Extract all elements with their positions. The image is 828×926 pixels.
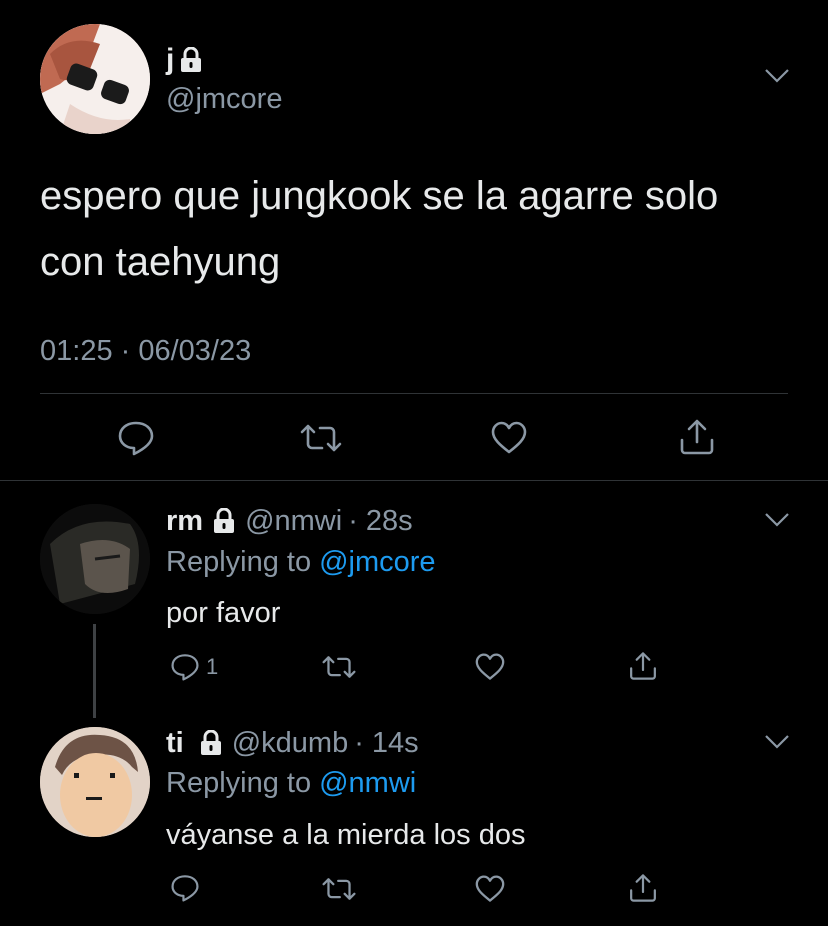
avatar-jmcore[interactable]: [40, 24, 150, 134]
reply1-handle[interactable]: @nmwi: [245, 505, 342, 538]
avatar-nmwi[interactable]: [40, 504, 150, 614]
reply2-replying-handle[interactable]: @nmwi: [319, 767, 416, 800]
like-icon[interactable]: [474, 875, 506, 903]
main-tweet-text-line1: espero que jungkook se la agarre solo: [40, 174, 719, 218]
share-icon[interactable]: [678, 418, 716, 456]
reply1-replying-to: Replying to @jmcore: [166, 545, 436, 579]
reply2-replying-prefix: Replying to: [166, 766, 312, 799]
retweet-icon[interactable]: [322, 654, 356, 680]
reply2-text: váyanse a la mierda los dos: [166, 819, 526, 851]
main-author-row: j: [166, 44, 202, 76]
reply2-header: ti @kdumb · 14s: [166, 726, 419, 760]
reply1-reply-count: 1: [206, 654, 219, 679]
reply2-handle[interactable]: @kdumb: [232, 727, 348, 760]
chevron-down-icon[interactable]: [764, 512, 790, 528]
reply1-header: rm @nmwi · 28s: [166, 504, 413, 538]
main-divider: [40, 393, 788, 394]
main-display-name[interactable]: j: [166, 44, 174, 76]
lock-icon: [200, 730, 222, 756]
retweet-icon[interactable]: [300, 422, 342, 454]
reply1-replying-prefix: Replying to: [166, 545, 312, 578]
reply1-replying-handle[interactable]: @jmcore: [319, 546, 435, 579]
lock-icon: [180, 47, 202, 73]
reply-icon[interactable]: [170, 874, 200, 902]
reply2-display-name[interactable]: ti: [166, 727, 184, 760]
share-icon[interactable]: [628, 872, 658, 904]
main-timestamp[interactable]: 01:25 · 06/03/23: [40, 334, 251, 368]
retweet-icon[interactable]: [322, 876, 356, 902]
main-handle[interactable]: @jmcore: [166, 82, 282, 116]
reply1-text: por favor: [166, 597, 281, 629]
chevron-down-icon[interactable]: [764, 734, 790, 750]
reply-icon[interactable]: [170, 653, 200, 681]
reply2-replying-to: Replying to @nmwi: [166, 766, 416, 800]
reply2-age: · 14s: [354, 726, 419, 759]
thread-connector: [93, 624, 96, 718]
like-icon[interactable]: [490, 421, 528, 455]
reply1-reply-action[interactable]: 1: [170, 652, 218, 682]
reply1-display-name[interactable]: rm: [166, 505, 203, 538]
lock-icon: [213, 508, 235, 534]
like-icon[interactable]: [474, 653, 506, 681]
reply-icon[interactable]: [117, 420, 155, 456]
avatar-kdumb[interactable]: [40, 727, 150, 837]
reply1-age: · 28s: [348, 504, 413, 537]
share-icon[interactable]: [628, 650, 658, 682]
thread-divider: [0, 480, 828, 481]
chevron-down-icon[interactable]: [764, 68, 790, 84]
main-tweet-text-line2: con taehyung: [40, 240, 281, 284]
